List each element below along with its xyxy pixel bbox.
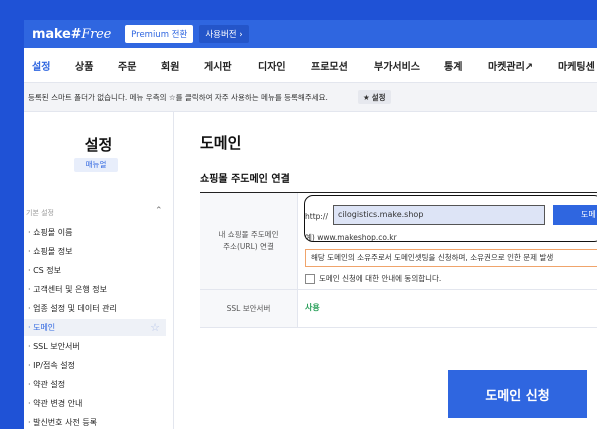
version-button[interactable]: 사용버전 › <box>199 25 249 43</box>
logo-italic: Free <box>81 26 112 42</box>
sidebar-item-domain[interactable]: · 도메인 ☆ <box>24 319 166 336</box>
sidebar-item-terms[interactable]: · 약관 설정 <box>24 376 166 393</box>
sidebar-item-shop-name[interactable]: · 쇼핑몰 이름 <box>24 224 166 241</box>
nav-members[interactable]: 회원 <box>161 58 179 73</box>
section-title: 쇼핑몰 주도메인 연결 <box>200 174 290 185</box>
chevron-up-icon[interactable]: ⌃ <box>155 206 163 216</box>
sidebar-section-label: 기본 설정 <box>26 209 54 217</box>
apply-domain-button[interactable]: 도메인 신청 <box>448 370 587 418</box>
sidebar-item-bank-info[interactable]: · 고객센터 및 은행 정보 <box>24 281 166 298</box>
agree-label: 도메인 신청에 대한 안내에 동의합니다. <box>319 274 442 283</box>
logo-main: make# <box>32 26 82 42</box>
notice-text: 등록된 스마트 폴더가 없습니다. 메뉴 우측의 ☆를 클릭하여 자주 사용하는… <box>28 93 328 102</box>
app-window: make#Free Premium 전환 사용버전 › 설정 상품 주문 회원 … <box>24 20 597 429</box>
nav-board[interactable]: 게시판 <box>204 58 232 73</box>
premium-button[interactable]: Premium 전환 <box>125 25 194 43</box>
sidebar: 설정 매뉴얼 기본 설정 ⌃ · 쇼핑몰 이름 · 쇼핑몰 정보 · CS 정보… <box>24 112 174 429</box>
favorite-label: 설정 <box>371 92 386 102</box>
nav-marketing[interactable]: 마케팅센 <box>558 58 595 73</box>
ssl-row: SSL 보안서버 사용 <box>200 290 597 328</box>
star-icon: ★ <box>363 92 370 102</box>
nav-products[interactable]: 상품 <box>75 58 93 73</box>
sidebar-item-label: · 도메인 <box>28 323 56 332</box>
top-bar: make#Free Premium 전환 사용버전 › <box>24 20 597 48</box>
nav-design[interactable]: 디자인 <box>258 58 286 73</box>
logo[interactable]: make#Free <box>32 27 111 42</box>
ownership-warning: 해당 도메인의 소유주로서 도메인셋팅을 신청하며, 소유권으로 인한 문제 발… <box>305 249 597 267</box>
domain-form: 내 쇼핑몰 주도메인 주소(URL) 연결 http:// cilogistic… <box>200 192 597 343</box>
star-icon[interactable]: ☆ <box>150 319 160 336</box>
ssl-status: 사용 <box>305 303 320 312</box>
sidebar-item-ip[interactable]: · IP/접속 설정 <box>24 357 166 374</box>
domain-row: 내 쇼핑몰 주도메인 주소(URL) 연결 http:// cilogistic… <box>200 193 597 290</box>
ssl-row-label: SSL 보안서버 <box>200 290 298 327</box>
sidebar-item-cs-info[interactable]: · CS 정보 <box>24 262 166 279</box>
page-title: 도메인 <box>200 134 242 152</box>
sidebar-title: 설정 <box>84 136 113 154</box>
nav-promotion[interactable]: 프로모션 <box>311 58 348 73</box>
sidebar-item-shop-info[interactable]: · 쇼핑몰 정보 <box>24 243 166 260</box>
agree-checkbox[interactable] <box>305 273 315 284</box>
domain-row-label: 내 쇼핑몰 주도메인 주소(URL) 연결 <box>200 193 298 289</box>
nav-stats[interactable]: 통계 <box>444 58 462 73</box>
nav-addon[interactable]: 부가서비스 <box>374 58 420 73</box>
sidebar-item-business[interactable]: · 업종 설정 및 데이터 관리 <box>24 300 166 317</box>
agree-row[interactable]: 도메인 신청에 대한 안내에 동의합니다. <box>305 273 441 284</box>
sidebar-item-terms-change[interactable]: · 약관 변경 안내 <box>24 395 166 412</box>
domain-label-line2: 주소(URL) 연결 <box>223 242 274 251</box>
notice-bar: 등록된 스마트 폴더가 없습니다. 메뉴 우측의 ☆를 클릭하여 자주 사용하는… <box>24 83 597 112</box>
sidebar-item-ssl[interactable]: · SSL 보안서버 <box>24 338 166 355</box>
sidebar-item-sender[interactable]: · 발신번호 사전 등록 <box>24 414 166 429</box>
nav-settings[interactable]: 설정 <box>32 58 50 73</box>
main-nav: 설정 상품 주문 회원 게시판 디자인 프로모션 부가서비스 통계 마켓관리↗ … <box>24 48 597 83</box>
favorite-settings-pill[interactable]: ★ 설정 <box>358 90 391 104</box>
nav-orders[interactable]: 주문 <box>118 58 136 73</box>
nav-market[interactable]: 마켓관리↗ <box>488 58 533 73</box>
domain-label-line1: 내 쇼핑몰 주도메인 <box>218 230 279 239</box>
highlight-annotation <box>304 195 597 242</box>
manual-button[interactable]: 매뉴얼 <box>74 158 118 172</box>
